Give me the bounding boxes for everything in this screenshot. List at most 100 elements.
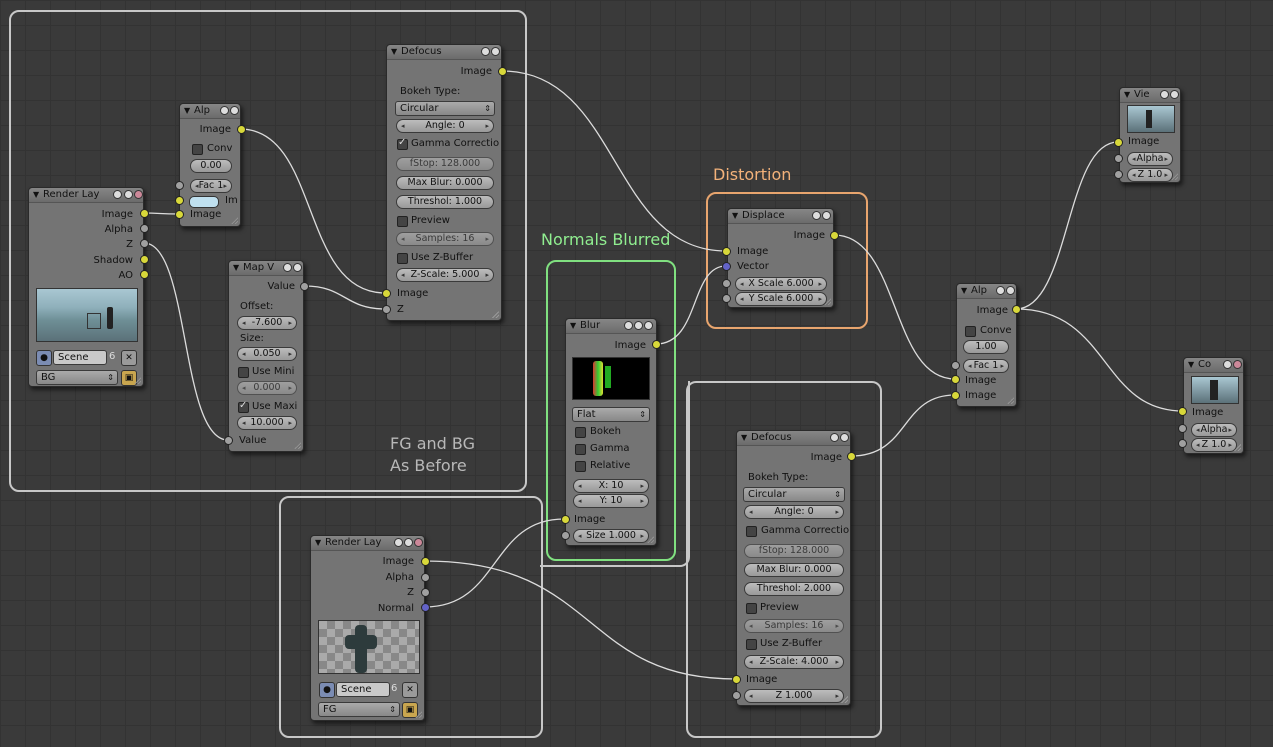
- y-scale-field[interactable]: ◂ Y Scale 6.000 ▸: [735, 292, 827, 306]
- plus-icon[interactable]: [1160, 90, 1169, 99]
- increment-icon[interactable]: ▸: [640, 530, 644, 542]
- angle-field[interactable]: ◂ Angle: 0 ▸: [396, 119, 494, 133]
- socket-alpha-image[interactable]: [175, 210, 184, 219]
- socket-defocus-top-z[interactable]: [382, 305, 391, 314]
- socket-defocus-bottom-out[interactable]: [847, 452, 856, 461]
- preview-checkbox[interactable]: [746, 603, 757, 614]
- node-header[interactable]: ▼ Blur: [566, 319, 656, 334]
- alpha-over-top-node[interactable]: ▼ Alp Image Conv 0.00 ◂ Fac 1 ▸ Im Image: [179, 103, 241, 227]
- decrement-icon[interactable]: ◂: [401, 120, 405, 132]
- min-field[interactable]: ◂ 0.000 ▸: [237, 381, 297, 395]
- gamma-correction-checkbox[interactable]: [746, 526, 757, 537]
- premul-field[interactable]: 1.00: [963, 340, 1009, 354]
- scene-browse-icon[interactable]: ●: [319, 682, 335, 698]
- node-header[interactable]: ▼ Displace: [728, 209, 833, 224]
- collapse-icon[interactable]: ▼: [315, 536, 321, 550]
- scene-clear-icon[interactable]: ✕: [402, 682, 418, 698]
- plus-icon[interactable]: [996, 286, 1005, 295]
- socket-mapv-out[interactable]: [300, 282, 309, 291]
- socket-bg-z[interactable]: [140, 239, 149, 248]
- socket-viewer-image[interactable]: [1114, 138, 1123, 147]
- preview-icon[interactable]: [293, 263, 302, 272]
- socket-composite-alpha[interactable]: [1178, 424, 1187, 433]
- increment-icon[interactable]: ▸: [835, 620, 839, 632]
- increment-icon[interactable]: ▸: [485, 120, 489, 132]
- socket-alpha-right-fac[interactable]: [951, 361, 960, 370]
- socket-alpha-im[interactable]: [175, 196, 184, 205]
- relative-checkbox[interactable]: [575, 461, 586, 472]
- displace-node[interactable]: ▼ Displace Image Image Vector ◂ X Scale 6.…: [727, 208, 834, 308]
- collapse-icon[interactable]: ▼: [741, 431, 747, 445]
- socket-fg-normal[interactable]: [421, 603, 430, 612]
- alpha-field[interactable]: ◂ Alpha ▸: [1127, 152, 1173, 166]
- layer-dropdown[interactable]: BG ⇕: [36, 370, 118, 385]
- plus-icon[interactable]: [1223, 360, 1232, 369]
- plus-icon[interactable]: [220, 106, 229, 115]
- blur-node[interactable]: ▼ Blur Image Flat ⇕ Bokeh Gamma Relative ◂…: [565, 318, 657, 546]
- collapse-icon[interactable]: ▼: [1124, 88, 1130, 102]
- size-field[interactable]: ◂ 0.050 ▸: [237, 347, 297, 361]
- bokeh-type-dropdown[interactable]: Circular ⇕: [395, 101, 495, 116]
- node-header[interactable]: ▼ Map V: [229, 261, 303, 276]
- socket-composite-z[interactable]: [1178, 439, 1187, 448]
- socket-blur-out[interactable]: [652, 340, 661, 349]
- composite-node[interactable]: ▼ Co Image ◂ Alpha ▸ ◂ Z 1.0 ▸: [1183, 357, 1244, 454]
- convert-premul-checkbox[interactable]: [965, 326, 976, 337]
- filter-type-dropdown[interactable]: Flat ⇕: [572, 407, 650, 422]
- use-max-checkbox[interactable]: [238, 400, 249, 413]
- decrement-icon[interactable]: ◂: [749, 656, 753, 668]
- z-field[interactable]: ◂ Z 1.0 ▸: [1127, 168, 1173, 182]
- collapse-icon[interactable]: ▼: [233, 261, 239, 275]
- socket-composite-image[interactable]: [1178, 407, 1187, 416]
- scene-clear-icon[interactable]: ✕: [121, 350, 137, 366]
- socket-bg-shadow[interactable]: [140, 255, 149, 264]
- fac-field[interactable]: ◂ Fac 1 ▸: [190, 179, 232, 193]
- gamma-correction-checkbox[interactable]: [397, 137, 408, 150]
- resize-handle[interactable]: [134, 377, 141, 384]
- render-icon[interactable]: [134, 190, 143, 199]
- increment-icon[interactable]: ▸: [1000, 360, 1004, 372]
- decrement-icon[interactable]: ◂: [242, 317, 246, 329]
- increment-icon[interactable]: ▸: [288, 382, 292, 394]
- convert-premul-checkbox[interactable]: [192, 144, 203, 155]
- defocus-bottom-node[interactable]: ▼ Defocus Image Bokeh Type: Circular ⇕ ◂ An…: [736, 430, 851, 706]
- socket-alpha-fac[interactable]: [175, 181, 184, 190]
- node-header[interactable]: ▼ Defocus: [737, 431, 850, 446]
- increment-icon[interactable]: ▸: [288, 417, 292, 429]
- decrement-icon[interactable]: ◂: [578, 495, 582, 507]
- angle-field[interactable]: ◂ Angle: 0 ▸: [744, 505, 844, 519]
- decrement-icon[interactable]: ◂: [968, 360, 972, 372]
- resize-handle[interactable]: [1171, 173, 1178, 180]
- socket-fg-alpha[interactable]: [421, 573, 430, 582]
- decrement-icon[interactable]: ◂: [242, 348, 246, 360]
- resize-handle[interactable]: [1007, 397, 1014, 404]
- socket-defocus-top-image[interactable]: [382, 289, 391, 298]
- size-field[interactable]: ◂ Size 1.000 ▸: [573, 529, 649, 543]
- render-icon[interactable]: [644, 321, 653, 330]
- preview-icon[interactable]: [634, 321, 643, 330]
- premul-field[interactable]: 0.00: [190, 159, 232, 173]
- socket-bg-ao[interactable]: [140, 270, 149, 279]
- decrement-icon[interactable]: ◂: [740, 278, 744, 290]
- increment-icon[interactable]: ▸: [223, 180, 227, 192]
- plus-icon[interactable]: [624, 321, 633, 330]
- bokeh-type-dropdown[interactable]: Circular ⇕: [743, 487, 845, 502]
- preview-icon[interactable]: [491, 47, 500, 56]
- decrement-icon[interactable]: ◂: [401, 269, 405, 281]
- preview-icon[interactable]: [840, 433, 849, 442]
- fac-field[interactable]: ◂ Fac 1 ▸: [963, 359, 1009, 373]
- decrement-icon[interactable]: ◂: [1196, 424, 1200, 436]
- socket-blur-size[interactable]: [561, 531, 570, 540]
- node-header[interactable]: ▼ Co: [1184, 358, 1243, 373]
- node-header[interactable]: ▼ Render Lay: [311, 536, 424, 551]
- socket-alpha-out[interactable]: [237, 125, 246, 134]
- z-field[interactable]: ◂ Z 1.000 ▸: [744, 689, 844, 703]
- z-field[interactable]: ◂ Z 1.0 ▸: [1191, 438, 1237, 452]
- y-field[interactable]: ◂ Y: 10 ▸: [573, 494, 649, 508]
- collapse-icon[interactable]: ▼: [1188, 358, 1194, 372]
- decrement-icon[interactable]: ◂: [1132, 153, 1136, 165]
- viewer-node[interactable]: ▼ Vie Image ◂ Alpha ▸ ◂ Z 1.0 ▸: [1119, 87, 1181, 183]
- decrement-icon[interactable]: ◂: [1132, 169, 1136, 181]
- decrement-icon[interactable]: ◂: [740, 293, 744, 305]
- decrement-icon[interactable]: ◂: [578, 480, 582, 492]
